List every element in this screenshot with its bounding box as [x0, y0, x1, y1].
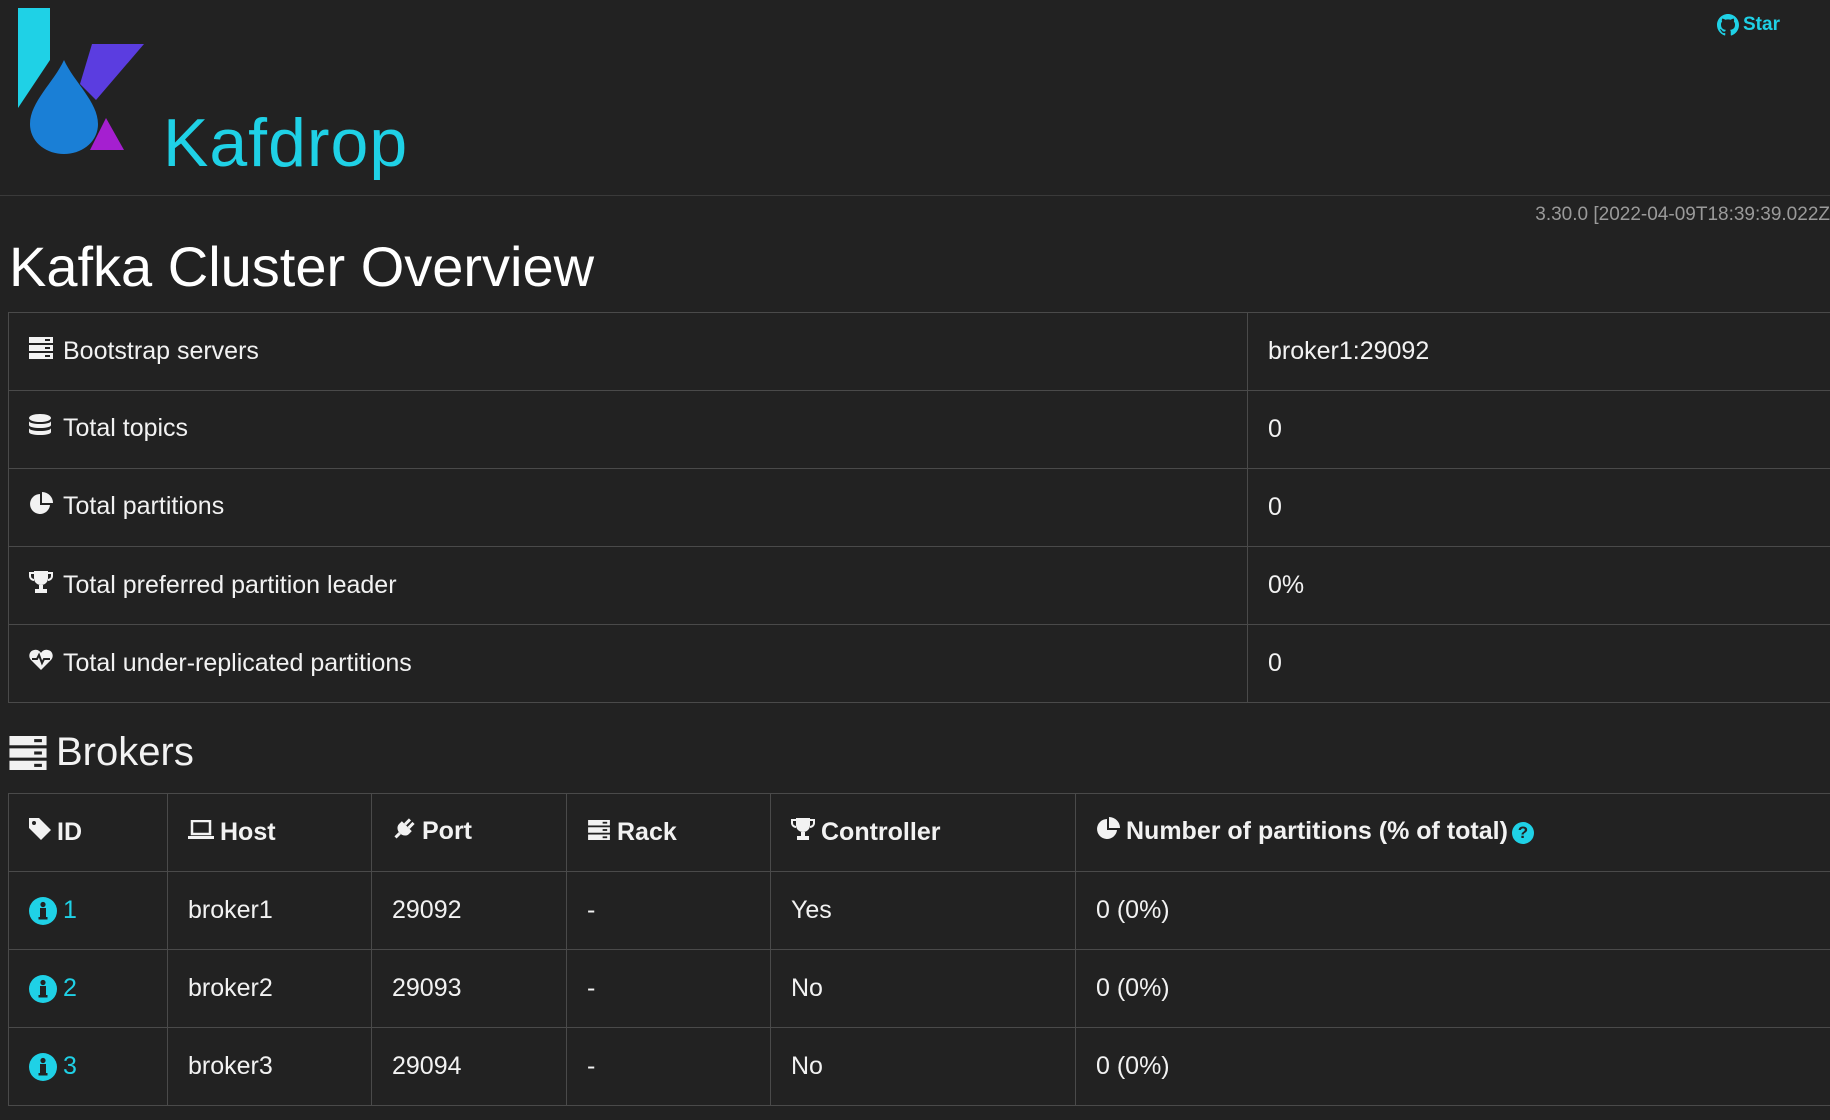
broker-row: 2 broker2 29093 - No 0 (0%) [8, 949, 1830, 1028]
github-icon [1717, 14, 1739, 36]
database-icon [29, 414, 57, 445]
broker-host: broker2 [167, 949, 372, 1028]
broker-host: broker1 [167, 871, 372, 950]
overview-label: Total under-replicated partitions [63, 648, 412, 677]
pie-chart-icon [1096, 817, 1120, 848]
trophy-icon [791, 818, 815, 847]
server-icon [9, 735, 47, 770]
broker-controller: No [770, 949, 1076, 1028]
github-star-button[interactable]: Star [1717, 14, 1780, 36]
broker-rack: - [566, 1027, 771, 1106]
server-icon [587, 818, 611, 847]
column-label: Rack [617, 817, 677, 846]
column-label: ID [57, 817, 82, 846]
column-header-controller[interactable]: Controller [770, 793, 1076, 872]
broker-row: 3 broker3 29094 - No 0 (0%) [8, 1027, 1830, 1106]
broker-detail-link[interactable]: 2 [29, 974, 167, 1003]
broker-id: 1 [63, 896, 77, 924]
broker-id-cell: 3 [8, 1027, 168, 1106]
column-label: Port [422, 817, 472, 846]
kafdrop-logo[interactable] [14, 8, 164, 168]
brand-name[interactable]: Kafdrop [163, 104, 408, 182]
overview-value: 0 [1247, 390, 1830, 469]
version-info: 3.30.0 [2022-04-09T18:39:39.022Z [1535, 204, 1830, 225]
column-header-host[interactable]: Host [167, 793, 372, 872]
overview-label-cell: Total preferred partition leader [8, 546, 1248, 625]
column-header-partitions[interactable]: Number of partitions (% of total)? [1075, 793, 1830, 872]
broker-id-cell: 1 [8, 871, 168, 950]
overview-row-partitions: Total partitions 0 [8, 468, 1830, 547]
overview-label-cell: Bootstrap servers [8, 312, 1248, 391]
broker-id: 2 [63, 974, 77, 1002]
broker-id-cell: 2 [8, 949, 168, 1028]
broker-detail-link[interactable]: 1 [29, 896, 167, 925]
column-header-port[interactable]: Port [371, 793, 567, 872]
broker-row: 1 broker1 29092 - Yes 0 (0%) [8, 871, 1830, 950]
broker-host: broker3 [167, 1027, 372, 1106]
overview-label: Bootstrap servers [63, 336, 259, 365]
broker-port: 29092 [371, 871, 567, 950]
broker-port: 29093 [371, 949, 567, 1028]
overview-row-preferred-leader: Total preferred partition leader 0% [8, 546, 1830, 625]
column-label: Host [220, 817, 276, 846]
broker-rack: - [566, 871, 771, 950]
heartbeat-icon [29, 649, 57, 678]
overview-row-under-replicated: Total under-replicated partitions 0 [8, 624, 1830, 703]
info-icon [29, 1052, 57, 1081]
overview-value: 0 [1247, 468, 1830, 547]
overview-label-cell: Total topics [8, 390, 1248, 469]
trophy-icon [29, 571, 57, 600]
brokers-heading: Brokers [8, 730, 194, 775]
column-header-id[interactable]: ID [8, 793, 168, 872]
plug-icon [392, 817, 416, 848]
broker-controller: Yes [770, 871, 1076, 950]
info-icon [29, 974, 57, 1003]
brokers-header-row: ID Host Port Rack Controller Number of p… [8, 793, 1830, 872]
tag-icon [29, 818, 51, 847]
help-icon[interactable]: ? [1511, 821, 1534, 844]
overview-value: 0 [1247, 624, 1830, 703]
broker-port: 29094 [371, 1027, 567, 1106]
pie-chart-icon [29, 492, 57, 523]
broker-controller: No [770, 1027, 1076, 1106]
brokers-title: Brokers [56, 730, 194, 774]
brokers-table: ID Host Port Rack Controller Number of p… [8, 793, 1830, 1106]
broker-id: 3 [63, 1052, 77, 1080]
server-icon [29, 337, 57, 366]
star-label: Star [1743, 14, 1780, 35]
overview-value: 0% [1247, 546, 1830, 625]
broker-partitions: 0 (0%) [1075, 1027, 1830, 1106]
header: Kafdrop Star [0, 0, 1830, 196]
overview-value: broker1:29092 [1247, 312, 1830, 391]
column-header-rack[interactable]: Rack [566, 793, 771, 872]
column-label: Number of partitions (% of total) [1126, 817, 1508, 846]
page-title: Kafka Cluster Overview [9, 235, 595, 298]
broker-detail-link[interactable]: 3 [29, 1052, 167, 1081]
column-label: Controller [821, 817, 941, 846]
broker-partitions: 0 (0%) [1075, 871, 1830, 950]
broker-rack: - [566, 949, 771, 1028]
cluster-overview-table: Bootstrap servers broker1:29092 Total to… [8, 312, 1830, 703]
overview-label: Total topics [63, 414, 189, 443]
overview-row-topics: Total topics 0 [8, 390, 1830, 469]
overview-label-cell: Total under-replicated partitions [8, 624, 1248, 703]
overview-label: Total partitions [63, 492, 225, 521]
overview-label: Total preferred partition leader [63, 570, 397, 599]
info-icon [29, 896, 57, 925]
overview-label-cell: Total partitions [8, 468, 1248, 547]
laptop-icon [188, 818, 214, 847]
overview-row-bootstrap: Bootstrap servers broker1:29092 [8, 312, 1830, 391]
broker-partitions: 0 (0%) [1075, 949, 1830, 1028]
